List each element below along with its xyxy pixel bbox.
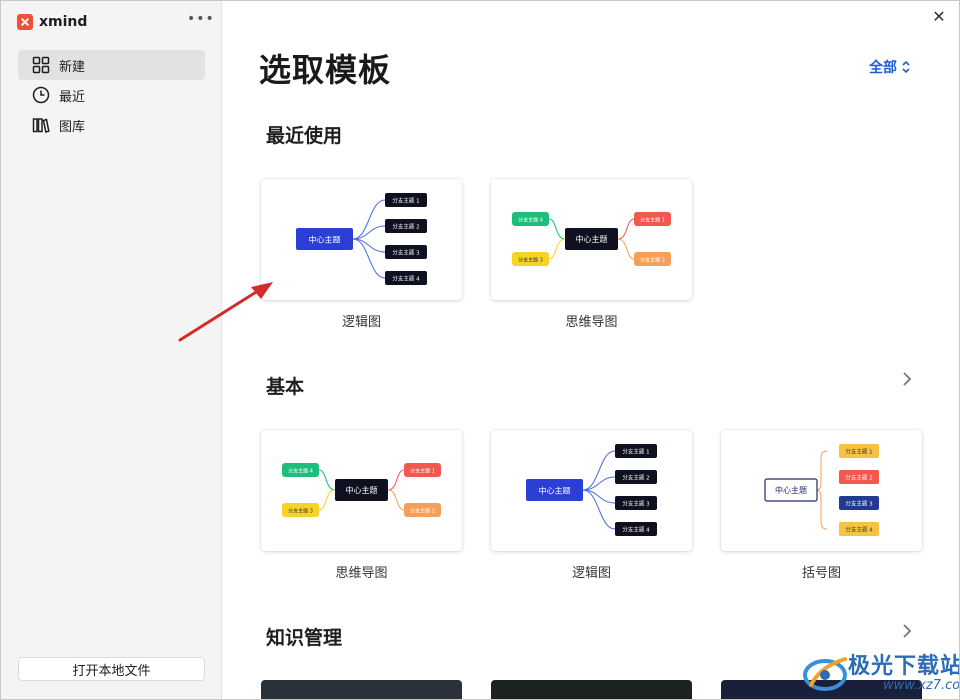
more-horizontal-icon[interactable]: ••• (187, 11, 214, 31)
branch-text: 分支主题 1 (845, 448, 872, 456)
template-card-mindmap[interactable]: 中心主题 分支主题 4 分支主题 3 分支主题 1 分支主题 2 (261, 430, 462, 551)
template-card-label: 思维导图 (565, 315, 618, 330)
branch-text: 分支主题 1 (392, 197, 419, 205)
branch-text: 分支主题 3 (845, 500, 873, 508)
chevron-up-down-icon (901, 60, 911, 74)
sidebar-item-label: 新建 (59, 59, 86, 75)
branch-text: 分支主题 4 (518, 217, 543, 224)
branch-text: 分支主题 1 (640, 217, 665, 224)
close-icon[interactable]: ✕ (929, 7, 949, 27)
branch-text: 分支主题 4 (622, 526, 650, 534)
sidebar-item-new[interactable]: 新建 (18, 50, 205, 80)
sidebar-item-label: 最近 (59, 89, 86, 105)
branch-text: 分支主题 2 (640, 257, 665, 264)
template-card-partial[interactable] (491, 680, 692, 699)
annotation-arrow-icon (178, 282, 273, 342)
brand: xmind (17, 11, 87, 33)
section-title-knowledge: 知识管理 (266, 627, 343, 649)
template-card-partial[interactable] (261, 680, 462, 699)
template-card-brace[interactable]: 中心主题 分支主题 1 分支主题 2 分支主题 3 分支主题 4 (721, 430, 922, 551)
template-card-logic[interactable]: 中心主题 分支主题 1 分支主题 2 分支主题 3 分支主题 4 (261, 179, 462, 300)
xmind-logo-icon (17, 14, 33, 30)
app-name: xmind (39, 14, 88, 30)
chevron-right-icon[interactable] (901, 371, 913, 392)
open-local-file-button[interactable]: 打开本地文件 (18, 657, 205, 681)
template-card-label: 逻辑图 (341, 315, 381, 330)
branch-text: 分支主题 3 (622, 500, 650, 508)
template-picker: ✕ 选取模板 全部 最近使用 中心主题 分支主题 1 分支主题 2 分支主题 3… (223, 1, 959, 699)
watermark-url: www.xz7.com (883, 678, 960, 693)
chevron-right-icon[interactable] (901, 623, 913, 644)
sidebar-item-recent[interactable]: 最近 (18, 80, 205, 110)
branch-text: 分支主题 4 (288, 468, 313, 475)
sidebar: xmind ••• 新建 最近 图库 打开本地文件 (1, 1, 222, 699)
branch-text: 分支主题 1 (410, 468, 435, 475)
branch-text: 分支主题 2 (392, 223, 419, 231)
branch-text: 分支主题 2 (410, 508, 435, 515)
template-card-mindmap[interactable]: 中心主题 分支主题 4 分支主题 3 分支主题 1 分支主题 2 (491, 179, 692, 300)
center-topic-text: 中心主题 (576, 234, 608, 244)
filter-label: 全部 (869, 60, 897, 76)
template-card-label: 思维导图 (335, 566, 388, 581)
center-topic-text: 中心主题 (539, 486, 571, 496)
center-topic-text: 中心主题 (346, 485, 378, 495)
branch-text: 分支主题 4 (392, 275, 420, 283)
library-icon (32, 116, 50, 134)
branch-text: 分支主题 4 (845, 526, 873, 534)
filter-dropdown[interactable]: 全部 (869, 57, 911, 77)
clock-icon (32, 86, 50, 104)
sidebar-item-label: 图库 (59, 119, 86, 135)
page-title: 选取模板 (259, 51, 392, 89)
grid-icon (32, 56, 50, 74)
sidebar-nav: 新建 最近 图库 (18, 50, 205, 140)
section-title-basic: 基本 (266, 376, 305, 398)
watermark: 极光下载站 www.xz7.com (801, 645, 960, 699)
app-window: xmind ••• 新建 最近 图库 打开本地文件 ✕ 选取模板 全部 最近使用… (0, 0, 960, 700)
branch-text: 分支主题 3 (392, 249, 420, 257)
sidebar-item-library[interactable]: 图库 (18, 110, 205, 140)
center-topic-text: 中心主题 (309, 235, 341, 245)
branch-text: 分支主题 2 (845, 474, 872, 482)
branch-text: 分支主题 3 (288, 508, 313, 515)
template-card-label: 逻辑图 (571, 566, 611, 581)
center-topic-text: 中心主题 (775, 485, 807, 495)
branch-text: 分支主题 2 (622, 474, 649, 482)
watermark-text: 极光下载站 (848, 654, 960, 679)
section-title-recent: 最近使用 (266, 125, 343, 147)
template-card-logic[interactable]: 中心主题 分支主题 1 分支主题 2 分支主题 3 分支主题 4 (491, 430, 692, 551)
branch-text: 分支主题 1 (622, 448, 649, 456)
watermark-logo-icon (803, 657, 847, 691)
branch-text: 分支主题 3 (518, 257, 543, 264)
template-card-label: 括号图 (801, 566, 841, 581)
